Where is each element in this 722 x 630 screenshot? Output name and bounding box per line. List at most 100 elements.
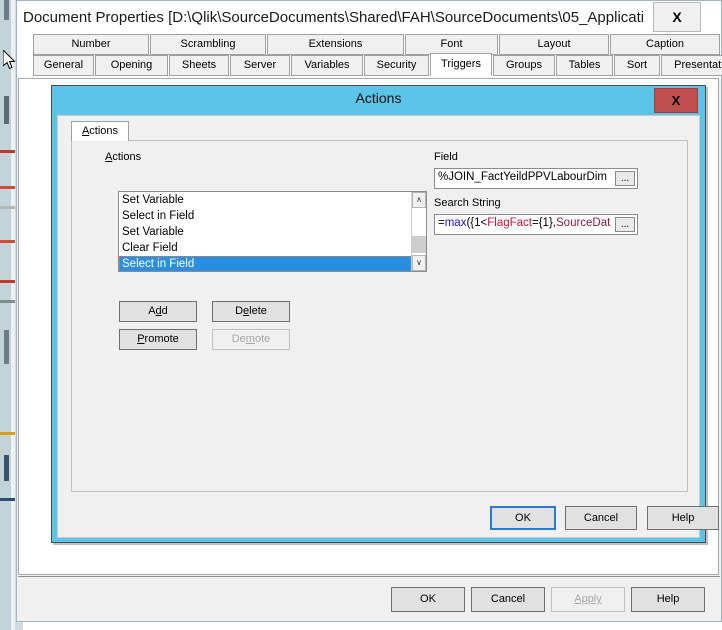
- search-token: ={1},: [532, 217, 556, 229]
- document-properties-window: Document Properties [D:\Qlik\SourceDocum…: [16, 0, 722, 622]
- background-pane-c: [4, 330, 9, 364]
- help-button[interactable]: Help: [631, 587, 705, 612]
- mouse-cursor-icon: [3, 50, 16, 70]
- actions-cancel-button[interactable]: Cancel: [565, 506, 637, 530]
- actions-dialog-titlebar: Actions X: [52, 86, 705, 115]
- tab-label: Sort: [626, 59, 648, 71]
- add-button-label: Add: [148, 305, 168, 317]
- tab-actions-rest: ctions: [89, 125, 119, 137]
- properties-tabstrip: Number Scrambling Extensions Font Layout Capt…: [17, 34, 722, 79]
- window-close-button[interactable]: X: [653, 2, 701, 32]
- background-tick-6: [0, 300, 15, 303]
- tab-number[interactable]: Number: [33, 34, 149, 55]
- search-token: FlagFact: [487, 217, 532, 229]
- tab-label: Groups: [505, 59, 543, 71]
- tab-variables[interactable]: Variables: [291, 55, 363, 76]
- search-token: SourceDat: [556, 217, 611, 229]
- background-tick-3: [0, 206, 15, 209]
- tab-general[interactable]: General: [33, 55, 94, 76]
- ok-button[interactable]: OK: [391, 587, 465, 612]
- list-item[interactable]: Set Variable: [119, 224, 426, 240]
- actions-dialog-title: Actions: [355, 90, 402, 106]
- list-item[interactable]: Clear Field: [119, 240, 426, 256]
- window-title: Document Properties [D:\Qlik\SourceDocum…: [23, 9, 643, 26]
- tab-font[interactable]: Font: [405, 34, 498, 55]
- tab-label: Opening: [110, 59, 153, 71]
- search-string-value: =max({1<FlagFact={1},SourceDat: [438, 217, 628, 229]
- tab-label: Variables: [304, 59, 350, 71]
- window-titlebar: Document Properties [D:\Qlik\SourceDocum…: [17, 1, 721, 34]
- tab-actions-label: Actions: [81, 125, 119, 137]
- scroll-up-icon[interactable]: ∧: [412, 192, 426, 208]
- field-browse-button[interactable]: ...: [615, 171, 635, 186]
- delete-button[interactable]: Delete: [212, 301, 290, 322]
- tab-label: Server: [243, 59, 277, 71]
- tab-presentation[interactable]: Presentation: [661, 55, 722, 76]
- actions-listbox[interactable]: Set Variable Select in Field Set Variable C…: [118, 191, 427, 272]
- tab-triggers[interactable]: Triggers: [430, 53, 492, 76]
- tab-sheets[interactable]: Sheets: [169, 55, 229, 76]
- search-token: =: [438, 217, 445, 229]
- actions-tab-panel: Actions Set Variable Select in Field Set V…: [71, 140, 688, 492]
- scrollbar-thumb[interactable]: [412, 236, 426, 253]
- list-item[interactable]: Select in Field: [119, 208, 426, 224]
- actions-listbox-scrollbar[interactable]: ∧ ∨: [411, 192, 426, 271]
- background-pane-a: [4, 0, 9, 20]
- tab-label: Layout: [537, 38, 571, 50]
- list-item[interactable]: Select in Field: [119, 256, 426, 271]
- tab-scrambling[interactable]: Scrambling: [150, 34, 266, 55]
- background-pane-d: [4, 455, 9, 481]
- tab-actions[interactable]: Actions: [71, 121, 129, 141]
- background-app-sliver: [0, 0, 15, 630]
- tab-label: Number: [71, 38, 111, 50]
- background-tick-1: [0, 150, 15, 153]
- actions-help-button[interactable]: Help: [647, 506, 719, 530]
- tab-label: Triggers: [441, 58, 481, 70]
- tab-label: Security: [376, 59, 417, 71]
- tab-label: Presentation: [674, 59, 722, 71]
- background-tick-7: [0, 432, 15, 435]
- promote-button[interactable]: Promote: [119, 329, 197, 350]
- scroll-down-icon[interactable]: ∨: [412, 255, 426, 271]
- cancel-button[interactable]: Cancel: [471, 587, 545, 612]
- tab-server[interactable]: Server: [230, 55, 290, 76]
- search-string-browse-button[interactable]: ...: [615, 217, 635, 232]
- field-input[interactable]: %JOIN_FactYeildPPVLabourDim ...: [434, 168, 638, 189]
- tab-label: Scrambling: [180, 38, 236, 50]
- promote-button-label: Promote: [137, 333, 179, 345]
- actions-dialog-body: Actions Actions Set Variable Select in Fi…: [57, 115, 719, 538]
- tab-security[interactable]: Security: [364, 55, 429, 76]
- apply-button: Apply: [551, 587, 625, 612]
- tab-label: Sheets: [181, 59, 217, 71]
- tab-groups[interactable]: Groups: [493, 55, 555, 76]
- tab-label: Font: [440, 38, 463, 50]
- demote-button-label: Demote: [231, 333, 271, 345]
- background-tick-2: [0, 186, 15, 189]
- search-token: ({1<: [466, 217, 488, 229]
- tab-tables[interactable]: Tables: [556, 55, 613, 76]
- field-input-value: %JOIN_FactYeildPPVLabourDim: [438, 171, 607, 183]
- tab-extensions[interactable]: Extensions: [267, 34, 404, 55]
- demote-button: Demote: [212, 329, 290, 350]
- tab-caption[interactable]: Caption: [610, 34, 720, 55]
- search-token: max: [444, 217, 467, 229]
- tab-layout[interactable]: Layout: [499, 34, 609, 55]
- delete-button-label: Delete: [235, 305, 267, 317]
- add-button[interactable]: Add: [119, 301, 197, 322]
- search-string-input[interactable]: =max({1<FlagFact={1},SourceDat ...: [434, 214, 638, 235]
- background-tick-5: [0, 280, 15, 283]
- background-tick-8: [0, 498, 15, 501]
- actions-dialog: Actions X Actions Actions Set Variable Se…: [51, 85, 719, 543]
- field-label: Field: [434, 151, 458, 163]
- actions-listbox-rows: Set Variable Select in Field Set Variable C…: [119, 192, 426, 271]
- tab-label: General: [43, 59, 84, 71]
- list-item[interactable]: Set Variable: [119, 192, 426, 208]
- actions-ok-button[interactable]: OK: [490, 506, 556, 530]
- tab-sort[interactable]: Sort: [614, 55, 660, 76]
- background-pane-b: [4, 96, 9, 124]
- background-tick-4: [0, 240, 15, 243]
- tab-opening[interactable]: Opening: [95, 55, 168, 76]
- actions-list-label: Actions: [105, 151, 142, 163]
- apply-button-label: Apply: [574, 593, 602, 605]
- actions-dialog-close-button[interactable]: X: [654, 88, 698, 113]
